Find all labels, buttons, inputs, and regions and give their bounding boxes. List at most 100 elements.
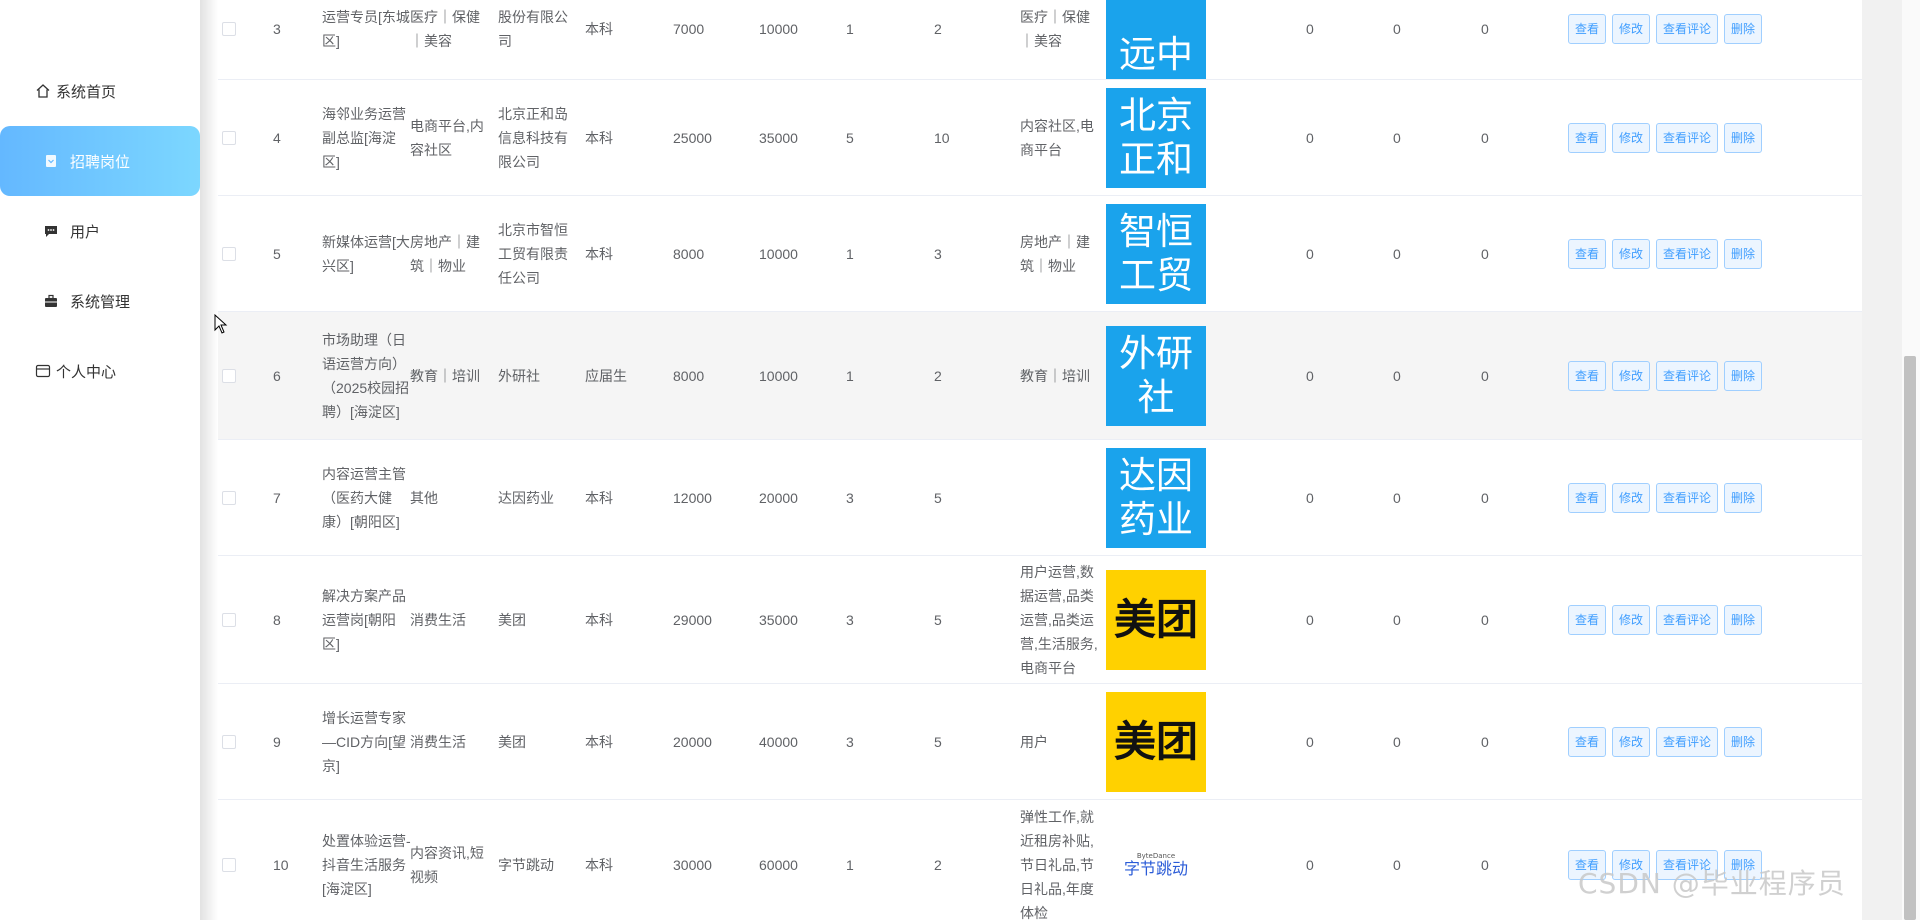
delete-button[interactable]: 删除 [1724, 238, 1763, 269]
experience: 1 [846, 367, 854, 384]
salary-max: 35000 [759, 129, 798, 146]
table-row[interactable]: 3 运营专员[东城区] 医疗｜保健｜美容 股份有限公司 本科 7000 1000… [218, 0, 1862, 80]
row-actions: 查看 修改 查看评论 删除 [1568, 80, 1788, 195]
edit-button[interactable]: 修改 [1612, 238, 1651, 269]
row-actions: 查看 修改 查看评论 删除 [1568, 0, 1788, 79]
edit-button[interactable]: 修改 [1612, 360, 1651, 391]
education: 本科 [585, 245, 613, 262]
logo-image: 北京正和 [1106, 87, 1206, 188]
company-logo: 美团 [1106, 556, 1210, 683]
job-title: 新媒体运营[大兴区] [322, 233, 410, 274]
table-row[interactable]: 8 解决方案产品运营岗[朝阳区] 消费生活 美团 本科 29000 35000 … [218, 556, 1862, 684]
job-tags: 房地产｜建筑｜物业 [1020, 233, 1090, 274]
delete-button[interactable]: 删除 [1724, 360, 1763, 391]
stat-value: 0 [1393, 733, 1401, 750]
salary-min: 20000 [673, 733, 712, 750]
row-checkbox[interactable] [222, 556, 238, 683]
stat-value: 0 [1481, 20, 1489, 37]
job-title: 解决方案产品运营岗[朝阳区] [322, 587, 406, 652]
delete-button[interactable]: 删除 [1724, 122, 1763, 153]
sidebar-item-users[interactable]: 用户 [0, 196, 200, 266]
experience: 5 [846, 129, 854, 146]
delete-button[interactable]: 删除 [1724, 13, 1763, 44]
view-comments-button[interactable]: 查看评论 [1656, 604, 1719, 635]
education: 本科 [585, 20, 613, 37]
table-row[interactable]: 4 海邻业务运营副总监[海淀区] 电商平台,内容社区 北京正和岛信息科技有限公司… [218, 80, 1862, 196]
edit-button[interactable]: 修改 [1612, 726, 1651, 757]
headcount: 3 [934, 245, 942, 262]
view-comments-button[interactable]: 查看评论 [1656, 482, 1719, 513]
row-checkbox[interactable] [222, 196, 238, 311]
view-button[interactable]: 查看 [1568, 122, 1607, 153]
logo-image: 达因药业 [1106, 447, 1206, 548]
company-logo: ByteDance 字节跳动 [1106, 800, 1210, 920]
card-icon [34, 362, 52, 380]
sidebar-item-label: 个人中心 [56, 363, 117, 381]
view-button[interactable]: 查看 [1568, 13, 1607, 44]
logo-image: 美团 [1106, 569, 1206, 670]
delete-button[interactable]: 删除 [1724, 726, 1763, 757]
job-industry: 其他 [410, 489, 438, 506]
view-button[interactable]: 查看 [1568, 604, 1607, 635]
stat-value: 0 [1481, 245, 1489, 262]
table-row[interactable]: 10 处置体验运营-抖音生活服务[海淀区] 内容资讯,短视频 字节跳动 本科 3… [218, 800, 1862, 920]
row-actions: 查看 修改 查看评论 删除 [1568, 684, 1788, 799]
sidebar-item-profile[interactable]: 个人中心 [0, 336, 200, 406]
edit-button[interactable]: 修改 [1612, 482, 1651, 513]
experience: 3 [846, 733, 854, 750]
view-button[interactable]: 查看 [1568, 482, 1607, 513]
view-button[interactable]: 查看 [1568, 360, 1607, 391]
education: 本科 [585, 489, 613, 506]
table-row[interactable]: 5 新媒体运营[大兴区] 房地产｜建筑｜物业 北京市智恒工贸有限责任公司 本科 … [218, 196, 1862, 312]
experience: 1 [846, 856, 854, 873]
sidebar-item-home[interactable]: 系统首页 [0, 56, 200, 126]
salary-max: 20000 [759, 489, 798, 506]
delete-button[interactable]: 删除 [1724, 482, 1763, 513]
row-checkbox[interactable] [222, 800, 238, 920]
logo-image: 外研社 [1106, 325, 1206, 426]
view-comments-button[interactable]: 查看评论 [1656, 122, 1719, 153]
row-checkbox[interactable] [222, 684, 238, 799]
view-comments-button[interactable]: 查看评论 [1656, 360, 1719, 391]
sidebar: 系统首页 招聘岗位 用户 系统管理 个人中心 [0, 0, 200, 920]
row-actions: 查看 修改 查看评论 删除 [1568, 196, 1788, 311]
scrollbar-thumb[interactable] [1904, 356, 1916, 920]
logo-text: 字节跳动 [1123, 858, 1188, 878]
stat-value: 0 [1306, 611, 1314, 628]
company-name: 达因药业 [498, 489, 554, 506]
table-row[interactable]: 7 内容运营主管（医药大健康）[朝阳区] 其他 达因药业 本科 12000 20… [218, 440, 1862, 556]
chat-icon [42, 222, 60, 240]
view-button[interactable]: 查看 [1568, 726, 1607, 757]
salary-max: 40000 [759, 733, 798, 750]
view-button[interactable]: 查看 [1568, 238, 1607, 269]
salary-max: 60000 [759, 856, 798, 873]
row-index: 10 [273, 856, 289, 873]
view-comments-button[interactable]: 查看评论 [1656, 238, 1719, 269]
view-comments-button[interactable]: 查看评论 [1656, 13, 1719, 44]
salary-max: 10000 [759, 20, 798, 37]
table-scroll-area [1862, 0, 1902, 920]
sidebar-item-label: 系统管理 [70, 293, 131, 311]
row-checkbox[interactable] [222, 440, 238, 555]
company-logo: 远中 [1106, 0, 1210, 79]
row-checkbox[interactable] [222, 80, 238, 195]
experience: 1 [846, 20, 854, 37]
sidebar-item-system[interactable]: 系统管理 [0, 266, 200, 336]
stat-value: 0 [1306, 856, 1314, 873]
mouse-cursor-icon [214, 313, 228, 339]
company-name: 字节跳动 [498, 856, 554, 873]
row-checkbox[interactable] [222, 0, 238, 79]
row-actions: 查看 修改 查看评论 删除 [1568, 312, 1788, 439]
edit-button[interactable]: 修改 [1612, 13, 1651, 44]
table-row[interactable]: 9 增长运营专家—CID方向[望京] 消费生活 美团 本科 20000 4000… [218, 684, 1862, 800]
edit-button[interactable]: 修改 [1612, 122, 1651, 153]
table-row[interactable]: 6 市场助理（日语运营方向）（2025校园招聘）[海淀区] 教育｜培训 外研社 … [218, 312, 1862, 440]
stat-value: 0 [1306, 489, 1314, 506]
edit-button[interactable]: 修改 [1612, 604, 1651, 635]
salary-min: 8000 [673, 245, 705, 262]
briefcase-icon [42, 292, 60, 310]
sidebar-item-jobs[interactable]: 招聘岗位 [0, 126, 200, 196]
delete-button[interactable]: 删除 [1724, 604, 1763, 635]
stat-value: 0 [1306, 367, 1314, 384]
view-comments-button[interactable]: 查看评论 [1656, 726, 1719, 757]
